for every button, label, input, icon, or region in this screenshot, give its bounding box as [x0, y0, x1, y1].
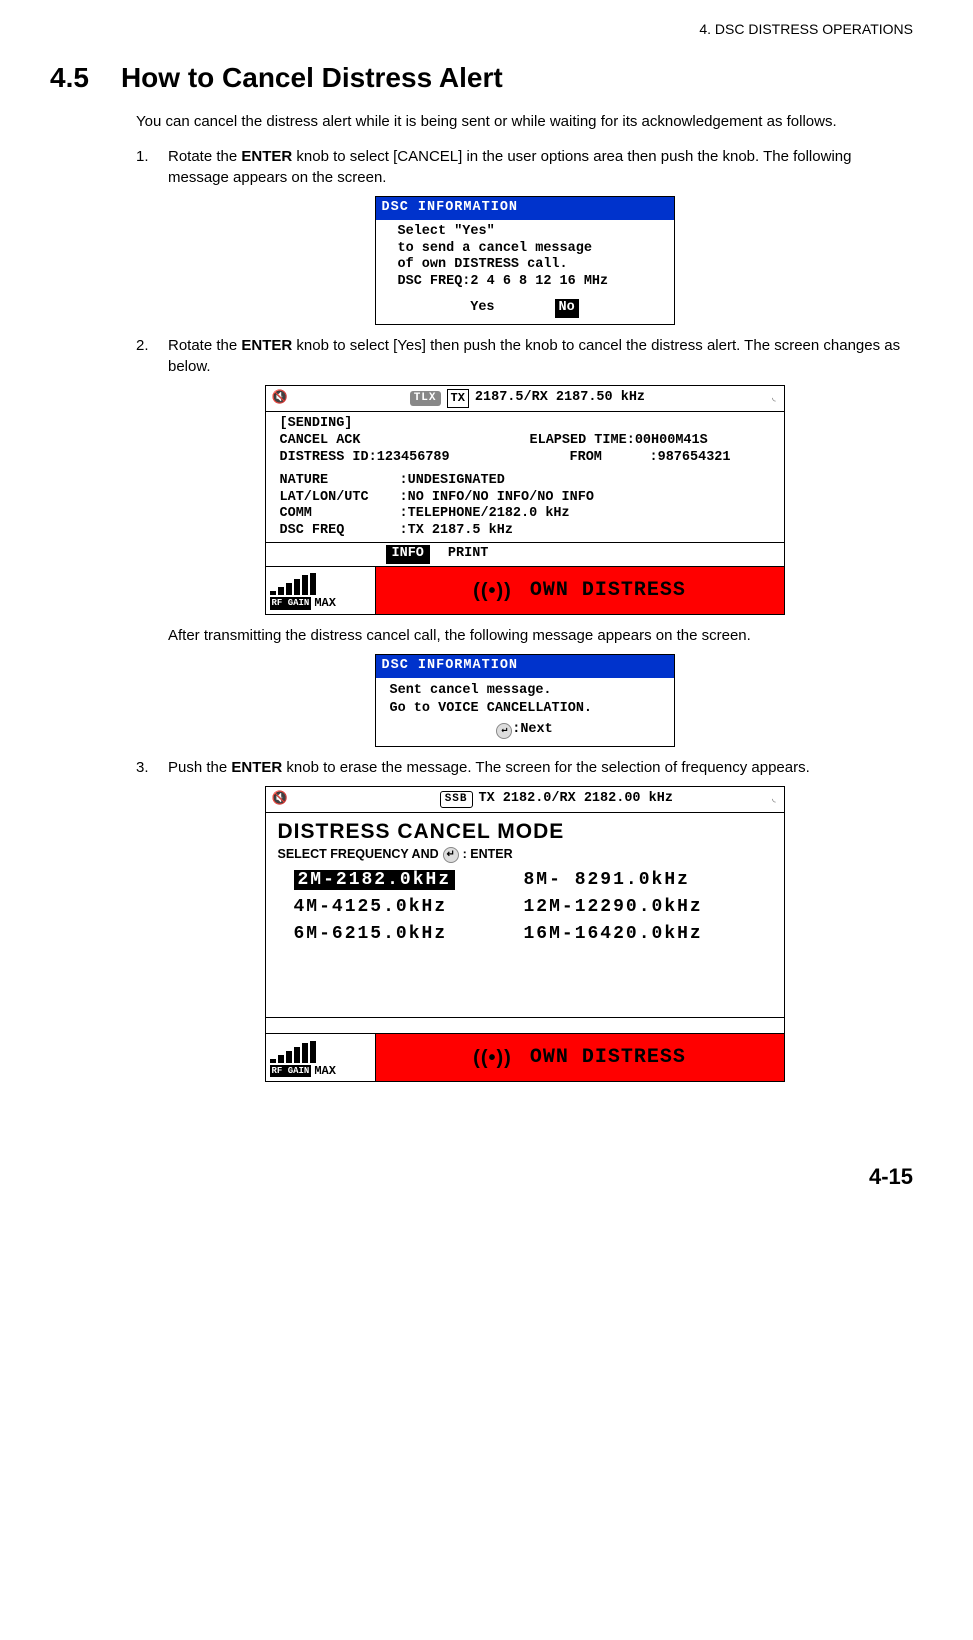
freq-2m[interactable]: 2M-2182.0kHz [294, 870, 456, 890]
dialog-line: Go to VOICE CANCELLATION. [390, 700, 662, 718]
t: Rotate the [168, 148, 241, 165]
freq-readout: TX 2182.0/RX 2182.00 kHz [479, 790, 673, 809]
step-number: 3. [136, 757, 154, 778]
elapsed-label: ELAPSED TIME: [530, 433, 635, 450]
enter-knob: ENTER [241, 148, 292, 165]
own-distress-text: OWN DISTRESS [530, 577, 686, 605]
dsc-info-dialog-2: DSC INFORMATION Sent cancel message. Go … [375, 654, 675, 747]
enter-knob: ENTER [231, 759, 282, 776]
chapter-header: 4. DSC DISTRESS OPERATIONS [50, 20, 913, 40]
step-number: 1. [136, 146, 154, 188]
freq-readout: 2187.5/RX 2187.50 kHz [475, 389, 645, 408]
step-number: 2. [136, 335, 154, 377]
dialog-title: DSC INFORMATION [376, 197, 674, 220]
enter-knob: ENTER [241, 337, 292, 354]
distress-id-label: DISTRESS ID: [280, 450, 377, 465]
max-label: MAX [314, 595, 336, 612]
step-text: Rotate the ENTER knob to select [Yes] th… [168, 335, 913, 377]
antenna-icon: ((•)) [473, 1044, 512, 1072]
step-text: Rotate the ENTER knob to select [CANCEL]… [168, 146, 913, 188]
tlx-badge: TLX [410, 391, 441, 406]
dscfreq-value: :TX 2187.5 kHz [400, 523, 513, 540]
dscfreq-label: DSC FREQ [280, 523, 400, 540]
t: : ENTER [463, 846, 513, 864]
comm-value: :TELEPHONE/2182.0 kHz [400, 506, 570, 523]
rfgain-label: RF GAIN [270, 1065, 312, 1078]
from-label: FROM [570, 450, 650, 467]
step-3: 3. Push the ENTER knob to erase the mess… [136, 757, 913, 778]
step-2: 2. Rotate the ENTER knob to select [Yes]… [136, 335, 913, 377]
no-option[interactable]: No [555, 299, 579, 318]
print-button[interactable]: PRINT [448, 545, 489, 564]
rf-gain-meter: RF GAIN MAX [266, 1034, 376, 1081]
t: SELECT FREQUENCY AND [278, 846, 439, 864]
freq-16m[interactable]: 16M-16420.0kHz [524, 922, 754, 947]
latlon-value: :NO INFO/NO INFO/NO INFO [400, 490, 594, 507]
from-value: :987654321 [650, 450, 731, 467]
speaker-icon: 🔇 [272, 790, 288, 808]
freq-4m[interactable]: 4M-4125.0kHz [294, 895, 524, 920]
comm-label: COMM [280, 506, 400, 523]
sending-screen: 🔇 TLX TX 2187.5/RX 2187.50 kHz ◟ [SENDIN… [265, 385, 785, 615]
distress-id-value: 123456789 [377, 450, 450, 465]
dialog-line: to send a cancel message [398, 241, 660, 258]
next-label: :Next [512, 722, 553, 737]
signal-bars-icon [270, 1041, 371, 1063]
tx-indicator: TX [447, 389, 469, 408]
nature-value: :UNDESIGNATED [400, 473, 505, 490]
after-screen-text: After transmitting the distress cancel c… [168, 625, 913, 646]
t: Rotate the [168, 337, 241, 354]
ssb-badge: SSB [440, 791, 473, 808]
signal-icon: ◟ [770, 791, 777, 808]
step-text: Push the ENTER knob to erase the message… [168, 757, 913, 778]
freq-select-screen: 🔇 SSB TX 2182.0/RX 2182.00 kHz ◟ DISTRES… [265, 786, 785, 1082]
dialog-line: Sent cancel message. [390, 682, 662, 700]
own-distress-banner: ((•)) OWN DISTRESS [376, 567, 784, 614]
t: Push the [168, 759, 231, 776]
sending-label: [SENDING] [280, 416, 774, 433]
dialog-line: DSC FREQ:2 4 6 8 12 16 MHz [398, 274, 660, 291]
freq-12m[interactable]: 12M-12290.0kHz [524, 895, 754, 920]
dialog-title: DSC INFORMATION [376, 655, 674, 678]
rfgain-label: RF GAIN [270, 597, 312, 610]
elapsed-value: 00H00M41S [635, 433, 708, 450]
own-distress-banner: ((•)) OWN DISTRESS [376, 1034, 784, 1081]
dialog-line: of own DISTRESS call. [398, 257, 660, 274]
intro-paragraph: You can cancel the distress alert while … [136, 111, 913, 132]
latlon-label: LAT/LON/UTC [280, 490, 400, 507]
nature-label: NATURE [280, 473, 400, 490]
t: knob to erase the message. The screen fo… [282, 759, 810, 776]
distress-cancel-mode-title: DISTRESS CANCEL MODE [278, 817, 774, 846]
dialog-line: Select "Yes" [398, 224, 660, 241]
own-distress-text: OWN DISTRESS [530, 1044, 686, 1072]
freq-8m[interactable]: 8M- 8291.0kHz [524, 868, 754, 893]
enter-icon: ↵ [496, 723, 512, 739]
section-number: 4.5 [50, 58, 89, 97]
speaker-icon: 🔇 [272, 389, 288, 407]
antenna-icon: ((•)) [473, 577, 512, 605]
max-label: MAX [314, 1063, 336, 1080]
select-freq-instruction: SELECT FREQUENCY AND ↵ : ENTER [278, 846, 774, 864]
page-number: 4-15 [50, 1162, 913, 1193]
info-button[interactable]: INFO [386, 545, 430, 564]
yes-option[interactable]: Yes [470, 299, 494, 318]
signal-icon: ◟ [770, 390, 777, 407]
dsc-info-dialog-1: DSC INFORMATION Select "Yes" to send a c… [375, 196, 675, 325]
cancel-ack: CANCEL ACK [280, 433, 530, 450]
step-1: 1. Rotate the ENTER knob to select [CANC… [136, 146, 913, 188]
enter-icon: ↵ [443, 847, 459, 863]
signal-bars-icon [270, 573, 371, 595]
freq-6m[interactable]: 6M-6215.0kHz [294, 922, 524, 947]
rf-gain-meter: RF GAIN MAX [266, 567, 376, 614]
section-title: How to Cancel Distress Alert [121, 58, 503, 97]
